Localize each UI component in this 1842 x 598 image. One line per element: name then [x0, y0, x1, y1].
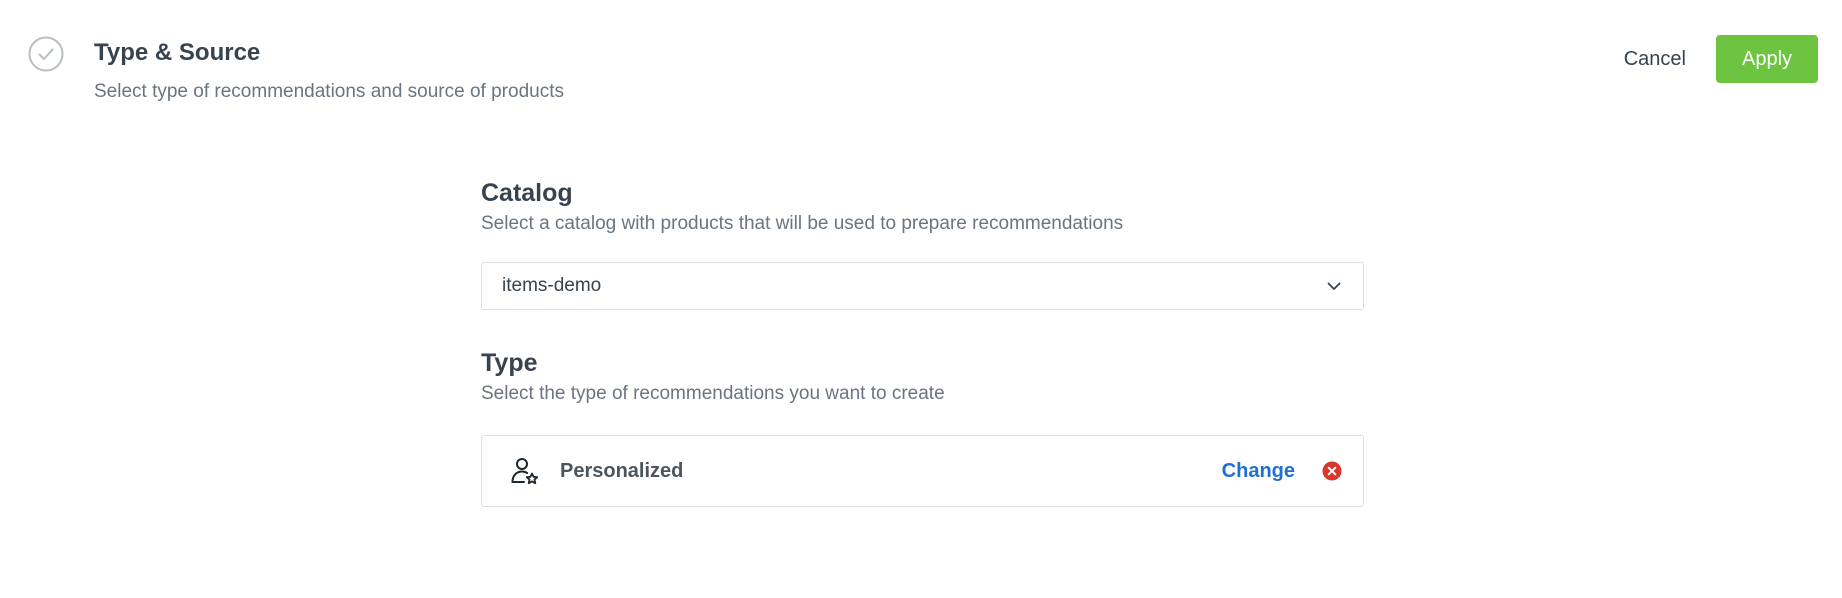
selected-type-card: Personalized Change — [481, 435, 1364, 507]
page-title: Type & Source — [94, 39, 261, 66]
type-section: Type Select the type of recommendations … — [481, 348, 1364, 507]
catalog-select[interactable]: items-demo — [481, 262, 1364, 310]
header-actions: Cancel Apply — [1620, 35, 1818, 83]
type-description: Select the type of recommendations you w… — [481, 383, 945, 404]
page-subtitle: Select type of recommendations and sourc… — [94, 81, 564, 102]
form-content: Catalog Select a catalog with products t… — [481, 178, 1364, 507]
type-title: Type — [481, 349, 538, 377]
remove-circle-icon[interactable] — [1321, 460, 1343, 482]
person-star-icon — [511, 458, 539, 485]
change-type-link[interactable]: Change — [1222, 460, 1295, 483]
cancel-button[interactable]: Cancel — [1620, 35, 1690, 83]
catalog-select-value: items-demo — [502, 275, 602, 296]
catalog-description: Select a catalog with products that will… — [481, 213, 1124, 234]
check-circle-icon — [28, 36, 64, 72]
chevron-down-icon — [1327, 282, 1341, 290]
selected-type-label: Personalized — [560, 459, 684, 482]
page: Type & Source Select type of recommendat… — [0, 0, 1842, 598]
catalog-title: Catalog — [481, 179, 573, 207]
catalog-section: Catalog Select a catalog with products t… — [481, 178, 1364, 310]
apply-button[interactable]: Apply — [1716, 35, 1818, 83]
